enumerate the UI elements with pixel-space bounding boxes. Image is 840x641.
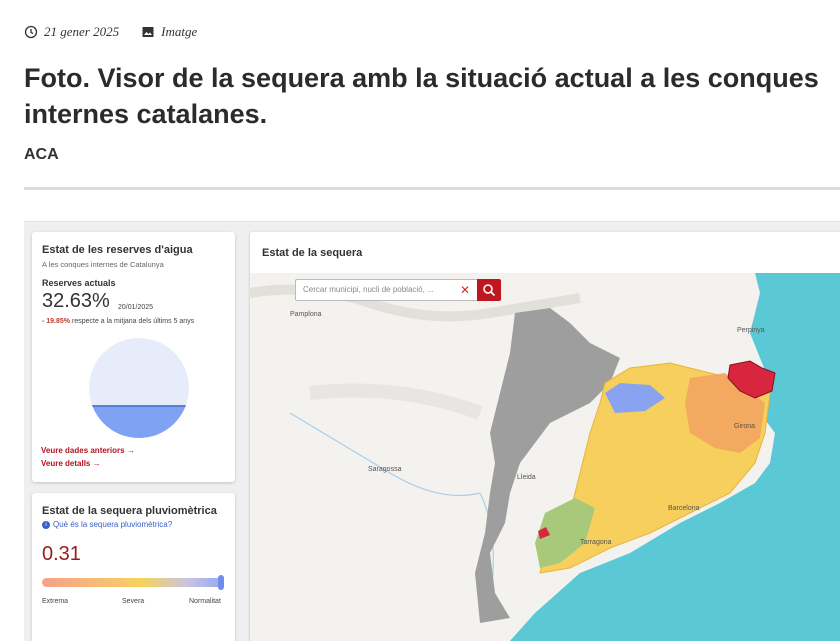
reserves-delta: - 19.85% respecte a la mitjana dels últi… <box>42 318 194 325</box>
scale-label-normal: Normalitat <box>189 598 221 605</box>
search-icon <box>483 284 496 297</box>
place-lleida: Lleida <box>517 474 536 481</box>
details-link[interactable]: Veure detalls → <box>41 459 101 468</box>
drought-viewer-screenshot: Estat de les reserves d'aigua A les conq… <box>24 221 840 641</box>
reserves-globe <box>89 338 189 438</box>
reserves-delta-text: respecte a la mitjana dels últims 5 anys <box>71 318 195 325</box>
scale-label-extreme: Extrema <box>42 598 69 605</box>
article-title: Foto. Visor de la sequera amb la situaci… <box>24 63 819 129</box>
image-icon <box>142 27 154 37</box>
reserves-subtitle: A les conques internes de Catalunya <box>42 260 164 269</box>
place-girona: Girona <box>734 423 756 430</box>
reserves-title: Estat de les reserves d'aigua <box>42 244 193 256</box>
reserves-label: Reserves actuals <box>42 278 116 288</box>
info-icon: i <box>42 520 50 529</box>
clear-icon[interactable]: ✕ <box>460 283 470 297</box>
reserves-value: 32.63% <box>42 290 110 312</box>
type-item: Imatge <box>141 24 197 40</box>
place-tarragona: Tarragona <box>580 539 612 546</box>
reserves-card: Estat de les reserves d'aigua A les conq… <box>32 232 235 482</box>
date-item: 21 gener 2025 <box>24 24 119 40</box>
previous-data-link[interactable]: Veure dades anteriors → <box>41 446 135 455</box>
article-date: 21 gener 2025 <box>44 24 120 39</box>
clock-icon <box>24 25 38 39</box>
place-saragossa: Saragossa <box>368 466 402 473</box>
map-title: Estat de la sequera <box>262 247 363 259</box>
scale-label-severe: Severa <box>122 598 145 605</box>
pluvio-value: 0.31 <box>42 543 81 565</box>
map-search-input[interactable]: Cercar municipi, nucli de població, ... <box>303 285 434 294</box>
drought-map[interactable]: Cercar municipi, nucli de població, ... … <box>250 273 840 641</box>
article-type: Imatge <box>161 24 198 39</box>
article-author: ACA <box>24 146 59 163</box>
article-meta: 21 gener 2025 Imatge <box>24 24 219 40</box>
search-button[interactable] <box>477 279 501 301</box>
reserves-water-fill <box>89 405 189 438</box>
place-perpinya: Perpinya <box>737 327 765 334</box>
reserves-delta-value: - 19.85% <box>42 318 71 325</box>
pluvio-card: Estat de la sequera pluviomètrica i Què é… <box>32 493 235 641</box>
pluvio-info-link[interactable]: i Què és la sequera pluviomètrica? <box>42 520 172 529</box>
pluvio-gauge <box>42 578 224 587</box>
divider <box>24 187 840 190</box>
place-pamplona: Pamplona <box>290 311 322 318</box>
map-card: Estat de la sequera Cercar municipi, nuc… <box>250 232 840 641</box>
pluvio-title: Estat de la sequera pluviomètrica <box>42 505 217 517</box>
reserves-date: 20/01/2025 <box>118 304 154 311</box>
pluvio-gauge-marker <box>218 575 224 590</box>
map-search[interactable]: Cercar municipi, nucli de població, ... … <box>295 279 501 301</box>
place-barcelona: Barcelona <box>668 505 700 512</box>
